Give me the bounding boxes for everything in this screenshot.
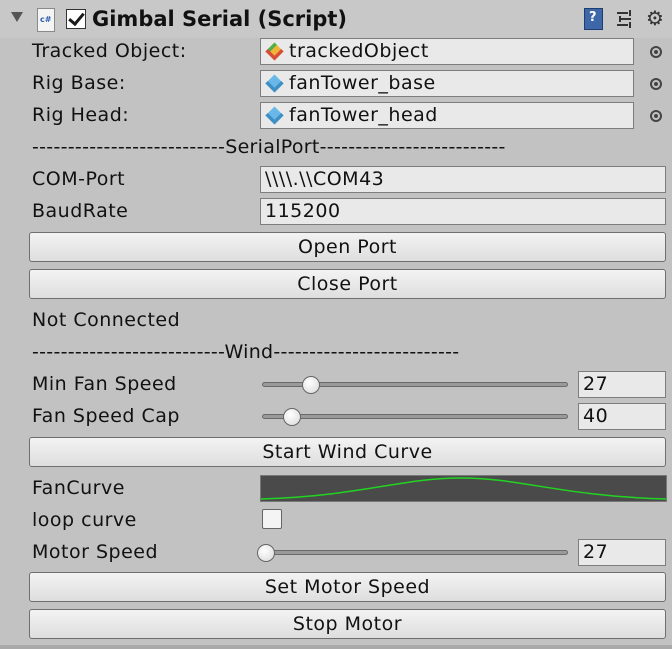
foldout-arrow-icon[interactable] bbox=[11, 12, 23, 22]
object-picker-icon[interactable] bbox=[650, 46, 662, 58]
com-port-label: COM-Port bbox=[32, 168, 126, 190]
gear-icon[interactable]: ⚙ bbox=[646, 6, 664, 30]
start-wind-curve-button[interactable]: Start Wind Curve bbox=[29, 437, 666, 467]
motor-speed-input[interactable]: 27 bbox=[578, 539, 666, 566]
object-picker-icon[interactable] bbox=[650, 78, 662, 90]
fan-speed-cap-slider[interactable] bbox=[262, 414, 568, 419]
set-motor-speed-button[interactable]: Set Motor Speed bbox=[29, 572, 666, 602]
fan-curve-graph bbox=[260, 477, 667, 500]
min-fan-speed-label: Min Fan Speed bbox=[32, 373, 177, 395]
rig-base-value: fanTower_base bbox=[289, 72, 436, 94]
component-enabled-checkbox[interactable] bbox=[66, 9, 86, 29]
stop-motor-button[interactable]: Stop Motor bbox=[29, 609, 666, 639]
min-fan-speed-input[interactable]: 27 bbox=[578, 371, 666, 398]
motor-speed-slider-thumb[interactable] bbox=[257, 544, 275, 562]
rig-head-value: fanTower_head bbox=[289, 104, 438, 126]
fan-speed-cap-input[interactable]: 40 bbox=[578, 403, 666, 430]
component-title: Gimbal Serial (Script) bbox=[92, 7, 348, 31]
preset-icon[interactable] bbox=[616, 10, 634, 28]
fan-speed-cap-label: Fan Speed Cap bbox=[32, 405, 180, 427]
blue-cube-icon bbox=[265, 74, 284, 93]
close-port-button[interactable]: Close Port bbox=[29, 269, 666, 299]
rig-head-label: Rig Head: bbox=[32, 104, 130, 126]
component-header: Gimbal Serial (Script) ⚙ bbox=[0, 0, 672, 38]
baudrate-label: BaudRate bbox=[32, 200, 129, 222]
serialport-separator: ---------------------------SerialPort---… bbox=[32, 136, 506, 158]
tracked-object-value: trackedObject bbox=[289, 40, 429, 62]
loop-curve-label: loop curve bbox=[32, 509, 137, 531]
help-book-icon[interactable] bbox=[584, 8, 603, 30]
object-picker-icon[interactable] bbox=[650, 110, 662, 122]
com-port-input[interactable]: \\\\.\\COM43 bbox=[260, 166, 666, 193]
fan-curve-label: FanCurve bbox=[32, 477, 125, 499]
tracked-object-field[interactable]: trackedObject bbox=[260, 38, 634, 65]
panel-bottom-divider bbox=[0, 645, 672, 649]
wind-separator: ---------------------------Wind---------… bbox=[32, 341, 460, 363]
fan-curve-field[interactable] bbox=[260, 475, 667, 502]
min-fan-speed-slider-thumb[interactable] bbox=[302, 376, 320, 394]
tracked-object-label: Tracked Object: bbox=[32, 40, 187, 62]
motor-speed-label: Motor Speed bbox=[32, 541, 159, 563]
baudrate-input[interactable]: 115200 bbox=[260, 198, 666, 225]
rig-base-field[interactable]: fanTower_base bbox=[260, 70, 634, 97]
rig-head-field[interactable]: fanTower_head bbox=[260, 102, 634, 129]
rig-base-label: Rig Base: bbox=[32, 72, 126, 94]
connection-status: Not Connected bbox=[32, 309, 181, 331]
open-port-button[interactable]: Open Port bbox=[29, 232, 666, 262]
fan-speed-cap-slider-thumb[interactable] bbox=[283, 408, 301, 426]
blue-cube-icon bbox=[265, 106, 284, 125]
motor-speed-slider[interactable] bbox=[262, 550, 568, 555]
csharp-script-icon bbox=[37, 8, 55, 32]
loop-curve-checkbox[interactable] bbox=[262, 509, 282, 529]
multicolor-cube-icon bbox=[265, 42, 284, 61]
